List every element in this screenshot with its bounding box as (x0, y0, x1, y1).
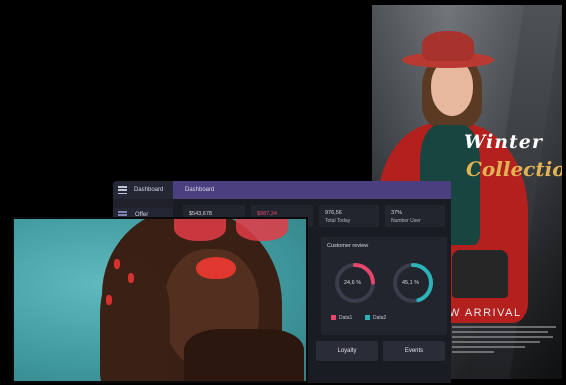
sidebar-title: Dashboard (134, 187, 164, 193)
stat-value-3: 976,56 (325, 210, 342, 216)
left-lens (174, 219, 226, 241)
nail (106, 295, 112, 305)
red-sunglasses (174, 219, 294, 241)
legend-swatch-data1 (331, 315, 336, 320)
header-bar: Dashboard (173, 181, 451, 199)
nail (114, 259, 120, 269)
stat-label-4: Number User (391, 218, 421, 224)
legend-swatch-data2 (365, 315, 370, 320)
header-title: Dashboard (185, 187, 215, 193)
loyalty-button[interactable]: Loyalty (316, 341, 378, 361)
stat-label-3: Total Today (325, 218, 351, 224)
poster-script-line2: Collection (466, 157, 562, 181)
poster-script-line1: Winter (464, 131, 543, 153)
customer-review-title: Customer review (327, 243, 369, 249)
model-neck (184, 329, 304, 381)
red-lips (196, 257, 236, 279)
events-button[interactable]: Events (383, 341, 445, 361)
poster-arrival-text: W ARRIVAL (449, 307, 522, 319)
model-hand (100, 259, 170, 381)
portrait-photo (12, 217, 308, 383)
stat-value-4: 37% (391, 210, 403, 216)
loyalty-button-label: Loyalty (337, 348, 357, 354)
events-button-label: Events (404, 348, 424, 354)
model-face (431, 60, 473, 116)
nail (128, 273, 134, 283)
right-lens (236, 219, 288, 241)
handbag (452, 250, 508, 298)
donut-value-1: 24,6 % (344, 280, 362, 286)
hamburger-menu-icon[interactable] (118, 186, 127, 195)
donut-value-2: 45,1 % (402, 280, 420, 286)
legend-label-data1: Data1 (339, 315, 353, 321)
poster-fine-print (452, 323, 556, 356)
sidebar-header: Dashboard (113, 181, 173, 199)
hat-crown (422, 31, 474, 61)
legend-label-data2: Data2 (373, 315, 387, 321)
